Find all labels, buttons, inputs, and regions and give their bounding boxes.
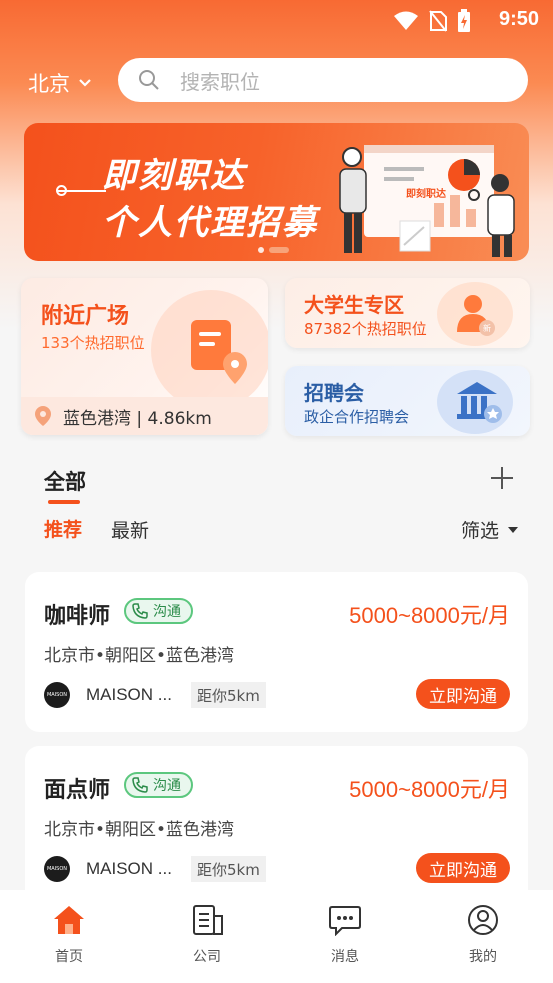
bottom-nav: 首页 公司 消息 我的 (0, 890, 553, 983)
city-selector[interactable]: 北京 (28, 68, 92, 98)
message-icon (329, 906, 361, 937)
decor-line (58, 190, 106, 192)
search-icon (139, 70, 159, 90)
phone-icon (132, 603, 148, 619)
tab-recommended[interactable]: 推荐 (44, 515, 82, 542)
banner-badge: 即刻职达 (406, 189, 446, 200)
nav-messages[interactable]: 消息 (305, 904, 385, 966)
chat-tag: 沟通 (124, 772, 193, 798)
salary: 5000~8000元/月 (349, 777, 510, 802)
company-name: MAISON ... (86, 685, 172, 704)
nav-company[interactable]: 公司 (167, 904, 247, 966)
company-logo: MAISON (44, 682, 70, 708)
battery-charging-icon (458, 9, 470, 32)
tab-indicator (48, 500, 80, 504)
search-placeholder: 搜索职位 (180, 69, 260, 94)
college-subtitle: 87382个热招职位 (304, 320, 427, 338)
nearby-title: 附近广场 (41, 304, 130, 329)
carousel-dot (258, 247, 264, 253)
chat-tag: 沟通 (124, 598, 193, 624)
banner-subtitle: 个人代理招募 (102, 203, 318, 243)
job-card[interactable]: 面点师 沟通 5000~8000元/月 北京市•朝阳区•蓝色港湾 MAISON … (25, 746, 528, 906)
carousel-dot-active (269, 247, 289, 253)
distance-badge: 距你5km (191, 682, 266, 708)
location-pin-icon (35, 406, 51, 426)
nearby-subtitle: 133个热招职位 (41, 334, 145, 352)
carousel-indicator (258, 247, 289, 253)
caret-down-icon (508, 526, 519, 533)
chevron-down-icon (79, 79, 91, 87)
salary: 5000~8000元/月 (349, 603, 510, 628)
company-name: MAISON ... (86, 859, 172, 878)
banner-title: 即刻职达 (102, 156, 246, 196)
no-sim-icon (429, 10, 447, 32)
promo-banner[interactable]: 即刻职达 个人代理招募 即刻职达 (24, 123, 529, 261)
nav-company-label: 公司 (193, 949, 221, 965)
wifi-icon (394, 11, 418, 30)
document-pin-icon (191, 320, 247, 384)
add-icon[interactable] (488, 464, 516, 492)
svg-text:新: 新 (483, 323, 491, 333)
student-icon: 新 (457, 295, 495, 336)
nav-messages-label: 消息 (331, 949, 359, 965)
nav-profile[interactable]: 我的 (443, 904, 523, 966)
company-logo-text: MAISON (46, 692, 68, 698)
chat-tag-label: 沟通 (153, 604, 181, 620)
job-title: 面点师 (44, 778, 111, 803)
job-area: 北京市•朝阳区•蓝色港湾 (44, 646, 235, 666)
job-card[interactable]: 咖啡师 沟通 5000~8000元/月 北京市•朝阳区•蓝色港湾 MAISON … (25, 572, 528, 732)
distance-badge: 距你5km (191, 856, 266, 882)
status-bar: 9:50 (0, 0, 553, 40)
filter-label: 筛选 (461, 520, 500, 542)
profile-icon (468, 905, 498, 935)
job-title: 咖啡师 (44, 604, 111, 629)
institution-icon (457, 382, 502, 423)
job-fair-card[interactable]: 招聘会 政企合作招聘会 (285, 366, 530, 436)
nav-profile-label: 我的 (469, 949, 497, 965)
job-fair-title: 招聘会 (304, 381, 364, 405)
city-label: 北京 (28, 72, 70, 96)
job-fair-subtitle: 政企合作招聘会 (304, 408, 410, 426)
chat-now-button[interactable]: 立即沟通 (416, 853, 510, 883)
filter-button[interactable]: 筛选 (461, 516, 519, 543)
home-icon (54, 906, 84, 934)
nav-home[interactable]: 首页 (29, 904, 109, 966)
chat-tag-label: 沟通 (153, 778, 181, 794)
chat-now-button[interactable]: 立即沟通 (416, 679, 510, 709)
tab-latest[interactable]: 最新 (111, 516, 149, 543)
nearby-location[interactable]: 蓝色港湾 | 4.86km (21, 397, 268, 435)
top-header: 北京 搜索职位 (0, 58, 553, 102)
college-zone-card[interactable]: 大学生专区 87382个热招职位 新 (285, 278, 530, 348)
company-icon (193, 905, 223, 935)
phone-icon (132, 777, 148, 793)
nearby-square-card[interactable]: 附近广场 133个热招职位 蓝色港湾 | 4.86km (21, 278, 268, 435)
clock: 9:50 (498, 8, 539, 30)
nav-home-label: 首页 (55, 949, 83, 965)
tab-all[interactable]: 全部 (44, 466, 86, 496)
search-input[interactable]: 搜索职位 (118, 58, 528, 102)
college-title: 大学生专区 (304, 293, 404, 317)
job-area: 北京市•朝阳区•蓝色港湾 (44, 820, 235, 840)
company-logo-text: MAISON (46, 866, 68, 872)
company-logo: MAISON (44, 856, 70, 882)
location-text: 蓝色港湾 | 4.86km (63, 408, 212, 429)
